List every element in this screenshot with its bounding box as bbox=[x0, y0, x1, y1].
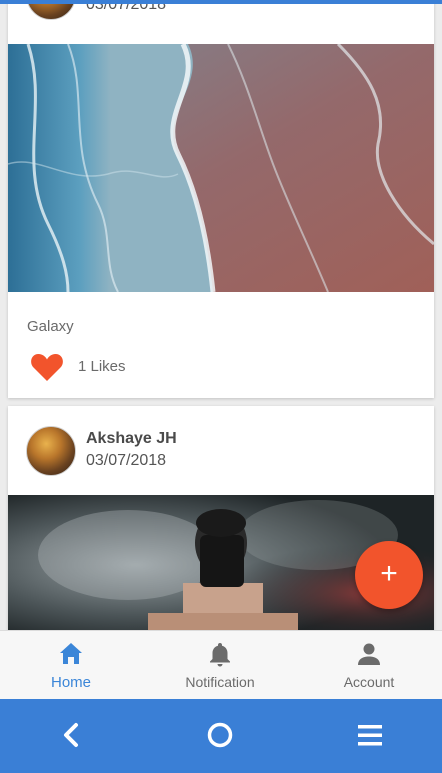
post-feed[interactable]: 03/07/2018 Galaxy 1 Likes Akshaye JH 03/… bbox=[0, 0, 442, 630]
home-icon bbox=[60, 643, 82, 664]
system-navigation-bar bbox=[0, 699, 442, 773]
post-author: Akshaye JH bbox=[86, 430, 177, 447]
heart-icon[interactable] bbox=[30, 352, 64, 382]
add-post-button[interactable]: + bbox=[355, 541, 423, 609]
home-circle-icon[interactable] bbox=[200, 717, 240, 753]
bell-icon bbox=[210, 643, 230, 667]
nav-item-account[interactable]: Account bbox=[322, 631, 416, 700]
menu-icon[interactable] bbox=[350, 717, 390, 753]
status-strip bbox=[0, 0, 442, 4]
post-image-beach[interactable] bbox=[8, 44, 434, 292]
bottom-navigation: Home Notification Account bbox=[0, 630, 442, 699]
person-icon bbox=[358, 643, 380, 665]
post-header: 03/07/2018 bbox=[8, 0, 434, 44]
nav-label-home: Home bbox=[50, 674, 91, 691]
avatar[interactable] bbox=[26, 426, 76, 476]
post-caption: Galaxy bbox=[27, 318, 74, 335]
nav-label-notification: Notification bbox=[185, 674, 255, 690]
plus-icon: + bbox=[380, 557, 398, 590]
post-card: 03/07/2018 Galaxy 1 Likes bbox=[8, 0, 434, 398]
back-icon[interactable] bbox=[52, 717, 92, 753]
nav-label-account: Account bbox=[343, 674, 395, 690]
nav-item-home[interactable]: Home bbox=[20, 631, 122, 700]
likes-row: 1 Likes bbox=[30, 350, 230, 382]
post-header: Akshaye JH 03/07/2018 bbox=[8, 406, 434, 500]
likes-count: 1 Likes bbox=[78, 358, 126, 375]
app-screen: 03/07/2018 Galaxy 1 Likes Akshaye JH 03/… bbox=[0, 0, 442, 773]
post-date: 03/07/2018 bbox=[86, 452, 167, 469]
nav-item-notification[interactable]: Notification bbox=[165, 631, 275, 700]
